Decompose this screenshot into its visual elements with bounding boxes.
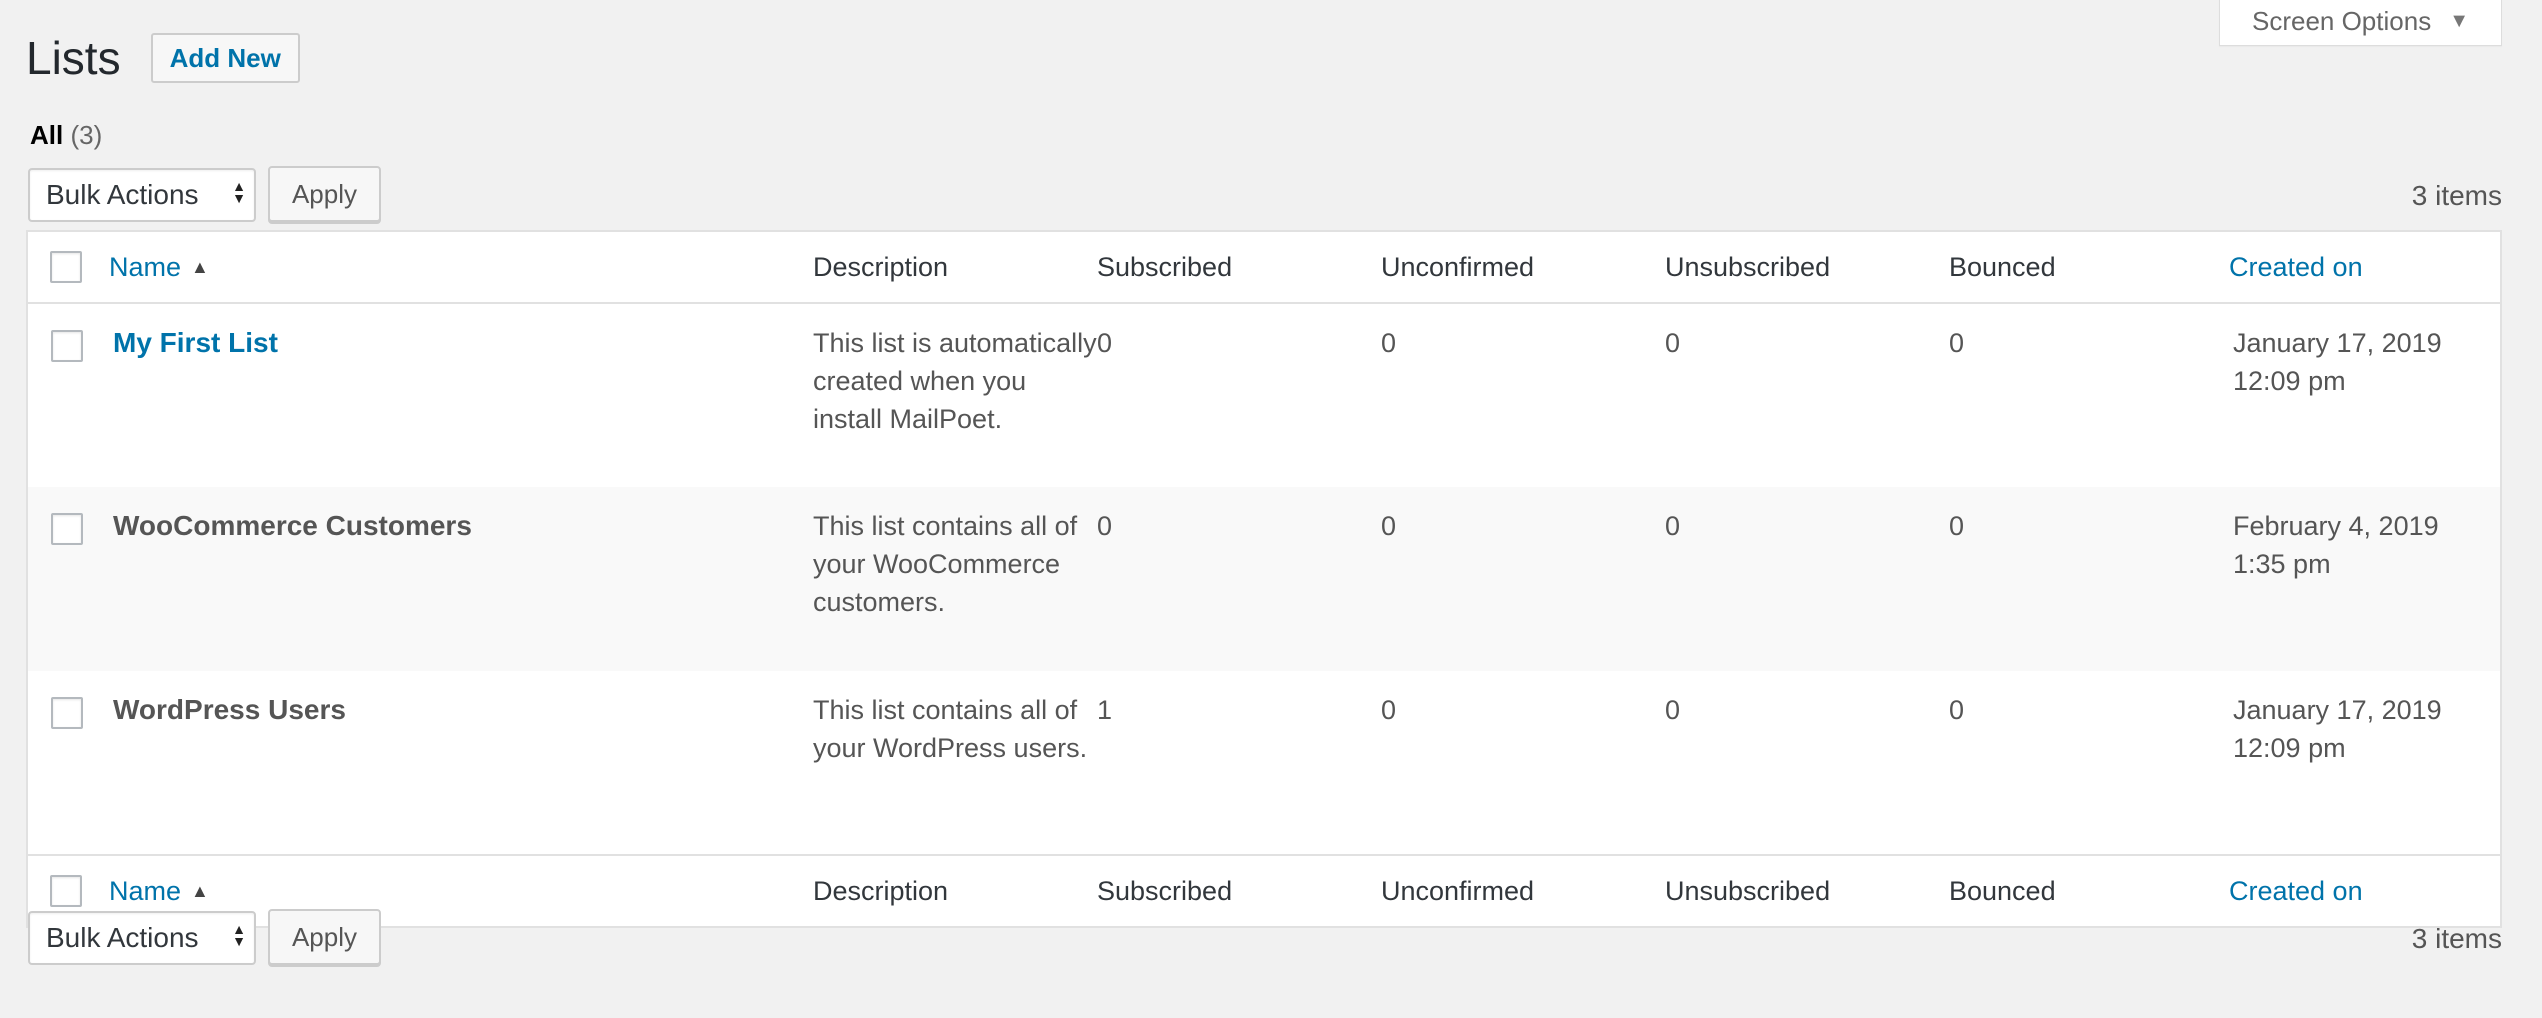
apply-button[interactable]: Apply: [268, 166, 381, 222]
apply-button-bottom[interactable]: Apply: [268, 909, 381, 965]
row-created-on: January 17, 2019 12:09 pm: [2229, 303, 2501, 487]
column-created-on-label: Created on: [2229, 252, 2363, 282]
screen-options-label: Screen Options: [2251, 6, 2432, 36]
row-title: WordPress Users: [113, 694, 346, 725]
select-arrows-icon: ▲ ▼: [232, 921, 246, 949]
column-unsubscribed: Unsubscribed: [1665, 252, 1831, 282]
column-subscribed: Subscribed: [1097, 252, 1233, 282]
sort-ascending-icon: ▲: [191, 881, 209, 901]
sort-ascending-icon: ▲: [191, 257, 209, 277]
filter-all-link[interactable]: All: [30, 120, 63, 150]
row-checkbox[interactable]: [51, 697, 83, 729]
row-checkbox-cell: [27, 487, 109, 671]
table-row: WooCommerce Customers This list contains…: [27, 487, 2501, 671]
row-created-time: 12:09 pm: [2233, 733, 2346, 763]
select-all-checkbox[interactable]: [50, 251, 82, 283]
column-unconfirmed: Unconfirmed: [1381, 252, 1535, 282]
row-unconfirmed: 0: [1381, 328, 1397, 358]
item-count-bottom: 3 items: [2411, 923, 2502, 954]
row-unsubscribed: 0: [1665, 328, 1681, 358]
bulk-actions-select[interactable]: Bulk Actions ▲ ▼: [28, 168, 256, 222]
row-description: This list contains all of your WooCommer…: [813, 511, 1078, 617]
screen-options-button[interactable]: Screen Options ▼: [2219, 0, 2502, 46]
row-created-time: 1:35 pm: [2233, 549, 2331, 579]
column-created-on[interactable]: Created on: [2229, 231, 2501, 303]
row-name-cell: My First List: [109, 303, 813, 487]
tablenav-top: Bulk Actions ▲ ▼ Apply 3 items: [28, 166, 2502, 224]
column-description: Description: [813, 252, 949, 282]
page: Screen Options ▼ Lists Add New All (3) B…: [0, 0, 2542, 1018]
row-checkbox-cell: [27, 671, 109, 855]
row-checkbox[interactable]: [51, 330, 83, 362]
row-name-cell: WooCommerce Customers: [109, 487, 813, 671]
row-title: WooCommerce Customers: [113, 510, 472, 541]
page-heading: Lists Add New: [26, 30, 300, 86]
row-created-date: February 4, 2019: [2233, 511, 2439, 541]
tablenav-bottom: Bulk Actions ▲ ▼ Apply 3 items: [28, 909, 2502, 967]
row-subscribed: 1: [1097, 695, 1113, 725]
row-bounced: 0: [1949, 328, 1965, 358]
item-count: 3 items: [2411, 180, 2502, 211]
page-title: Lists: [26, 32, 121, 84]
select-all-checkbox-footer[interactable]: [50, 875, 82, 907]
row-name-cell: WordPress Users: [109, 671, 813, 855]
filter-all-count: (3): [70, 120, 103, 150]
lists-table: Name ▲ Description Subscribed Unconfirmed…: [26, 230, 2502, 928]
filter-links: All (3): [30, 120, 102, 151]
row-checkbox-cell: [27, 303, 109, 487]
select-all-cell: [27, 231, 109, 303]
bulk-actions-select-bottom[interactable]: Bulk Actions ▲ ▼: [28, 911, 256, 965]
column-name-footer-label: Name: [109, 876, 182, 906]
row-subscribed: 0: [1097, 328, 1113, 358]
row-unsubscribed: 0: [1665, 695, 1681, 725]
row-subscribed: 0: [1097, 511, 1113, 541]
bulk-actions-label: Bulk Actions: [46, 922, 199, 953]
column-bounced: Bounced: [1949, 252, 2056, 282]
bulk-actions-label: Bulk Actions: [46, 179, 199, 210]
row-unconfirmed: 0: [1381, 695, 1397, 725]
row-unsubscribed: 0: [1665, 511, 1681, 541]
table-row: My First List This list is automatically…: [27, 303, 2501, 487]
select-arrows-icon: ▲ ▼: [232, 178, 246, 206]
row-unconfirmed: 0: [1381, 511, 1397, 541]
add-new-button[interactable]: Add New: [150, 33, 300, 83]
row-created-on: January 17, 2019 12:09 pm: [2229, 671, 2501, 855]
column-created-on-footer-label: Created on: [2229, 876, 2363, 906]
row-created-time: 12:09 pm: [2233, 366, 2346, 396]
row-description: This list contains all of your WordPress…: [813, 695, 1088, 763]
row-created-on: February 4, 2019 1:35 pm: [2229, 487, 2501, 671]
row-description: This list is automatically created when …: [813, 328, 1097, 434]
triangle-down-icon: ▼: [2449, 10, 2469, 32]
table-header-row: Name ▲ Description Subscribed Unconfirmed…: [27, 231, 2501, 303]
row-checkbox[interactable]: [51, 513, 83, 545]
row-created-date: January 17, 2019: [2233, 328, 2442, 358]
row-created-date: January 17, 2019: [2233, 695, 2442, 725]
column-name[interactable]: Name ▲: [109, 231, 813, 303]
row-bounced: 0: [1949, 511, 1965, 541]
column-name-label: Name: [109, 252, 182, 282]
row-bounced: 0: [1949, 695, 1965, 725]
table-row: WordPress Users This list contains all o…: [27, 671, 2501, 855]
row-title-link[interactable]: My First List: [113, 327, 278, 358]
